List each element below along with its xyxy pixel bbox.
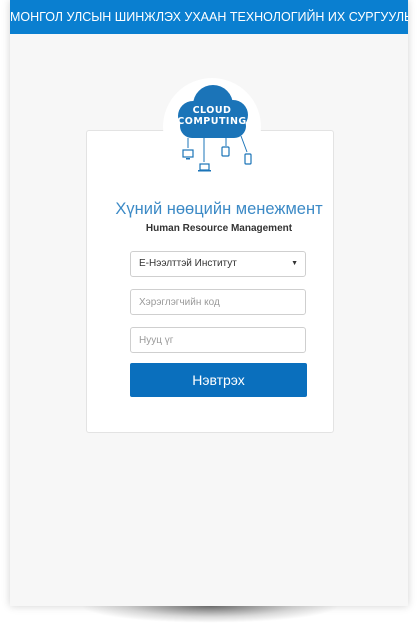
cloud-computing-logo: CLOUD COMPUTING	[163, 78, 261, 176]
monitor-icon	[182, 149, 194, 160]
phone-icon	[244, 153, 252, 165]
caret-down-icon: ▼	[291, 260, 298, 267]
cloud-logo-graphic	[178, 85, 252, 172]
page-shadow	[80, 606, 340, 623]
connector-lines	[187, 135, 248, 162]
page-title: Хүний нөөцийн менежмент	[115, 200, 323, 218]
page-subtitle: Human Resource Management	[145, 223, 293, 234]
username-input[interactable]	[130, 289, 306, 315]
institution-header: МОНГОЛ УЛСЫН ШИНЖЛЭХ УХААН ТЕХНОЛОГИЙН И…	[10, 0, 408, 34]
laptop-icon	[198, 163, 211, 172]
institute-select[interactable]: Е-Нээлттэй Институт ▼	[130, 251, 306, 277]
password-input[interactable]	[130, 327, 306, 353]
logo-text-line1: CLOUD	[192, 105, 232, 116]
institute-select-value: Е-Нээлттэй Институт	[139, 258, 237, 269]
tablet-icon	[221, 146, 230, 157]
logo-text-line2: COMPUTING	[177, 116, 247, 127]
institution-name: МОНГОЛ УЛСЫН ШИНЖЛЭХ УХААН ТЕХНОЛОГИЙН И…	[10, 10, 408, 24]
login-button[interactable]: Нэвтрэх	[130, 363, 307, 397]
